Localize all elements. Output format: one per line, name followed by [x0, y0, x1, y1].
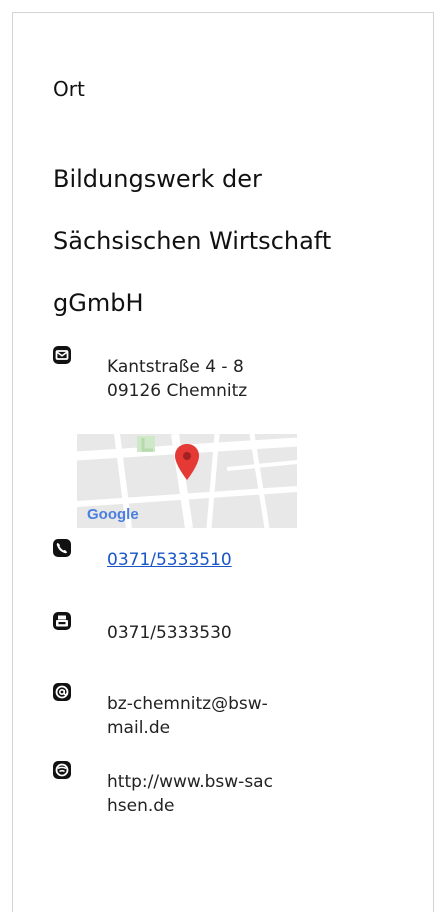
phone-link[interactable]: 0371/5333510: [107, 550, 232, 570]
address-text: Kantstraße 4 - 8 09126 Chemnitz: [107, 355, 347, 403]
phone-text[interactable]: 0371/5333510: [107, 548, 347, 572]
mail-icon: [52, 345, 72, 365]
phone-icon: [52, 538, 72, 558]
map-marker-icon: [175, 444, 199, 480]
website-line-1: http://www.bsw-sac: [107, 772, 273, 792]
email-line-2: mail.de: [107, 718, 171, 738]
organization-name-line-1: Bildungswerk der: [53, 165, 262, 193]
section-heading: Ort: [53, 77, 85, 101]
map-provider-label: Google: [87, 506, 139, 523]
fax-text: 0371/5333530: [107, 623, 232, 643]
organization-name-line-2: Sächsischen Wirtschaft: [53, 227, 332, 255]
organization-name-line-3: gGmbH: [53, 289, 144, 317]
fax-icon: [52, 611, 72, 631]
email-text: bz-chemnitz@bsw- mail.de: [107, 692, 347, 740]
email-line-1: bz-chemnitz@bsw-: [107, 694, 268, 714]
location-map[interactable]: Google: [77, 434, 297, 528]
website-line-2: hsen.de: [107, 796, 175, 816]
at-icon: [52, 682, 72, 702]
address-street: Kantstraße 4 - 8: [107, 357, 244, 377]
website-text: http://www.bsw-sac hsen.de: [107, 770, 347, 818]
address-city: 09126 Chemnitz: [107, 381, 248, 401]
organization-name: Bildungswerk der Sächsischen Wirtschaft …: [53, 148, 413, 334]
globe-icon: [52, 760, 72, 780]
